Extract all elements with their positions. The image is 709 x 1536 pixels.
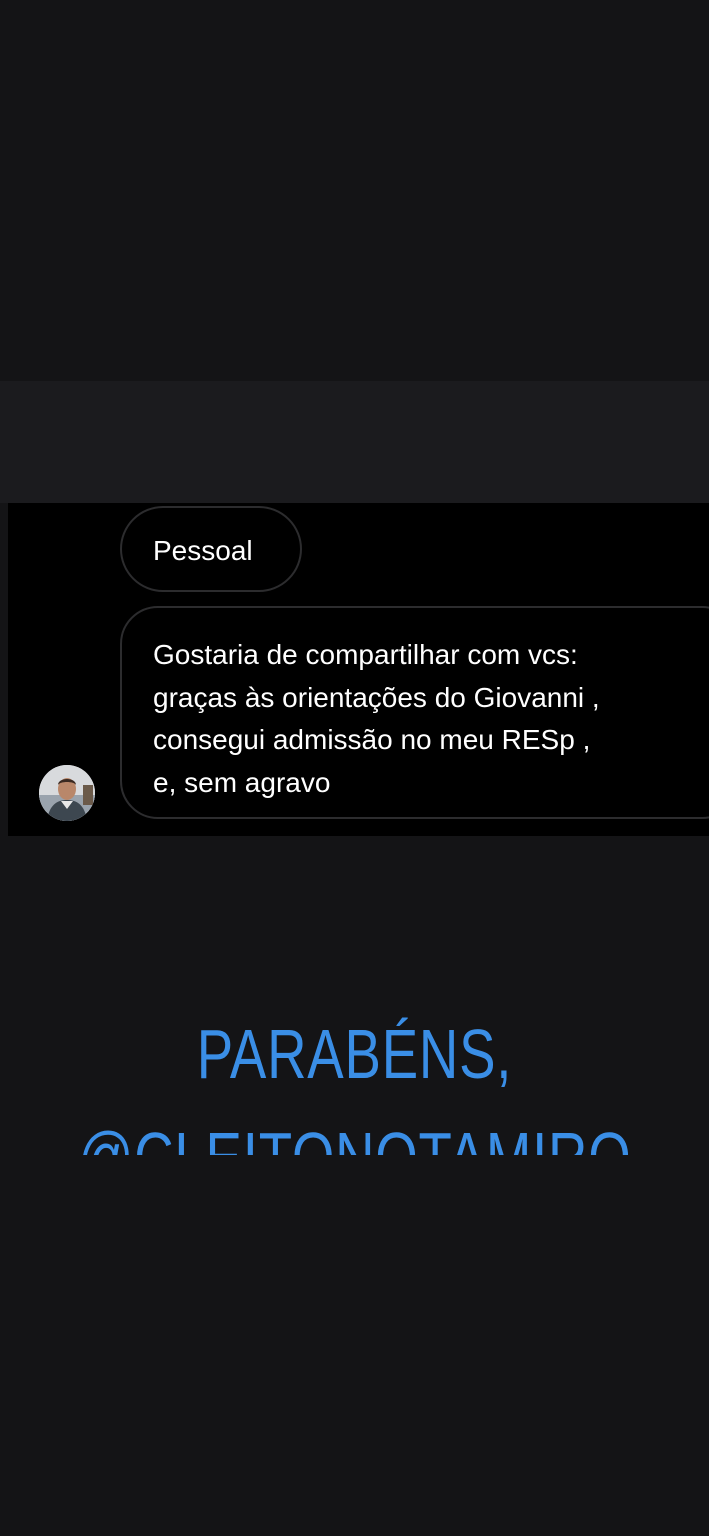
message-line: e, sem agravo bbox=[153, 766, 331, 798]
user-mention[interactable]: @CLEITONOTAMIRO bbox=[78, 1115, 631, 1155]
story-middle-band bbox=[0, 381, 709, 503]
message-line: consegui admissão no meu RESp , bbox=[153, 724, 591, 755]
avatar bbox=[39, 765, 95, 821]
story-bottom-area bbox=[0, 836, 709, 1536]
mention-text-clip: @CLEITONOTAMIRO bbox=[0, 1110, 709, 1155]
message-line: graças às orientações do Giovanni , bbox=[153, 681, 600, 713]
message-text: Pessoal bbox=[153, 535, 253, 566]
person-photo-icon bbox=[39, 765, 95, 821]
message-bubble: Pessoal bbox=[120, 506, 302, 592]
message-line: Gostaria de compartilhar com vcs: bbox=[153, 639, 578, 670]
message-bubble: Gostaria de compartilhar com vcs: graças… bbox=[120, 606, 709, 819]
shared-chat-screenshot: Pessoal Gostaria de compartilhar com vcs… bbox=[8, 503, 709, 836]
story-top-area bbox=[0, 0, 709, 381]
congratulations-text: PARABÉNS, bbox=[196, 1015, 513, 1093]
